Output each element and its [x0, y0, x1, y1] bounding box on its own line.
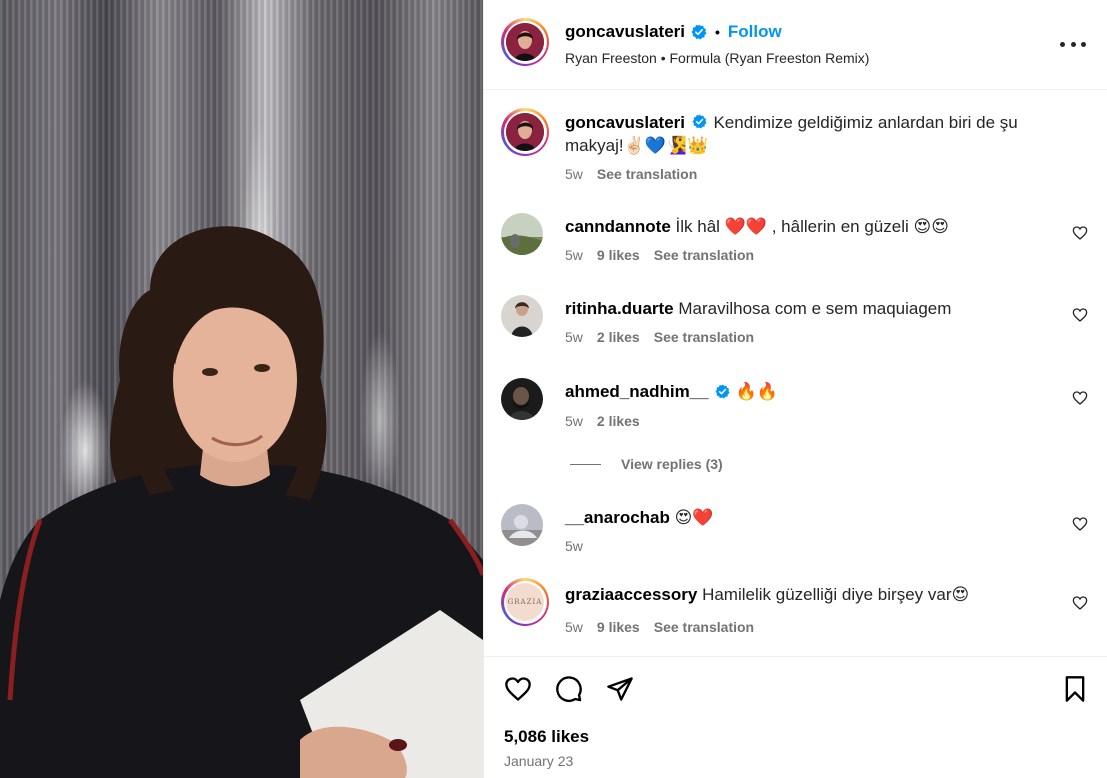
- see-translation-link[interactable]: See translation: [597, 166, 697, 182]
- share-icon[interactable]: [606, 675, 634, 703]
- bookmark-icon[interactable]: [1061, 675, 1089, 703]
- post-side-panel: goncavuslateri • Follow Ryan Freeston • …: [483, 0, 1107, 778]
- caption-time[interactable]: 5w: [565, 166, 583, 182]
- like-comment-heart-icon[interactable]: [1072, 390, 1088, 406]
- comment-text: __anarochab 😍❤️: [565, 506, 1058, 529]
- like-comment-heart-icon[interactable]: [1072, 225, 1088, 241]
- audio-attribution[interactable]: Ryan Freeston • Formula (Ryan Freeston R…: [565, 50, 869, 66]
- replies-divider-line: [570, 463, 601, 465]
- post-image[interactable]: [0, 0, 483, 778]
- comment-meta: 5w 9 likes See translation: [565, 619, 754, 635]
- comment-likes[interactable]: 9 likes: [597, 619, 640, 635]
- comments-list[interactable]: goncavuslateri Kendimize geldiğimiz anla…: [484, 91, 1107, 656]
- verified-badge-icon: [715, 384, 730, 399]
- comment-likes[interactable]: 2 likes: [597, 329, 640, 345]
- comment-time[interactable]: 5w: [565, 413, 583, 429]
- comment-meta: 5w 2 likes See translation: [565, 329, 754, 345]
- commenter-avatar[interactable]: [501, 213, 543, 255]
- comment-username[interactable]: graziaaccessory: [565, 585, 697, 604]
- caption-meta: 5w See translation: [565, 166, 697, 182]
- heart-icon[interactable]: [504, 675, 532, 703]
- follow-button[interactable]: Follow: [728, 22, 782, 42]
- caption-text: goncavuslateri Kendimize geldiğimiz anla…: [565, 111, 1058, 157]
- portrait-illustration: [0, 226, 483, 778]
- post-date[interactable]: January 23: [504, 753, 573, 769]
- see-translation-link[interactable]: See translation: [654, 329, 754, 345]
- comment-likes[interactable]: 9 likes: [597, 247, 640, 263]
- comment-text: graziaaccessory Hamilelik güzelliği diye…: [565, 583, 1058, 606]
- view-replies-button[interactable]: View replies (3): [570, 456, 723, 472]
- view-replies-label: View replies (3): [621, 456, 723, 472]
- commenter-avatar-image: [501, 378, 543, 420]
- commenter-avatar[interactable]: [501, 504, 543, 546]
- like-comment-heart-icon[interactable]: [1072, 595, 1088, 611]
- comment-body: 🔥🔥: [735, 382, 778, 401]
- caption-username[interactable]: goncavuslateri: [565, 113, 685, 132]
- see-translation-link[interactable]: See translation: [654, 247, 754, 263]
- author-avatar[interactable]: [501, 108, 549, 156]
- see-translation-link[interactable]: See translation: [654, 619, 754, 635]
- grazia-logo-text: GRAZIA: [507, 598, 543, 606]
- comment-time[interactable]: 5w: [565, 247, 583, 263]
- comment-text: ritinha.duarte Maravilhosa com e sem maq…: [565, 297, 1058, 320]
- author-username[interactable]: goncavuslateri: [565, 22, 685, 42]
- comment-time[interactable]: 5w: [565, 619, 583, 635]
- comment-likes[interactable]: 2 likes: [597, 413, 640, 429]
- commenter-avatar-image: [501, 213, 543, 255]
- comment-body: İlk hâl ❤️❤️ , hâllerin en güzeli 😍😍: [675, 217, 949, 236]
- verified-badge-icon: [691, 24, 707, 40]
- author-avatar-image: [506, 113, 544, 151]
- author-avatar-image: [506, 23, 544, 61]
- comment-meta: 5w: [565, 538, 583, 554]
- comment-meta: 5w 9 likes See translation: [565, 247, 754, 263]
- post-like-count[interactable]: 5,086 likes: [504, 727, 589, 747]
- verified-badge-icon: [692, 114, 707, 129]
- commenter-avatar[interactable]: GRAZIA: [501, 578, 549, 626]
- author-avatar[interactable]: [501, 18, 549, 66]
- comment-body: Hamilelik güzelliği diye birşey var😍: [702, 585, 970, 604]
- comment-text: ahmed_nadhim__ 🔥🔥: [565, 380, 1058, 403]
- like-comment-heart-icon[interactable]: [1072, 307, 1088, 323]
- comment-username[interactable]: __anarochab: [565, 508, 670, 527]
- comment-username[interactable]: ahmed_nadhim__: [565, 380, 709, 403]
- comment-meta: 5w 2 likes: [565, 413, 640, 429]
- post-header: goncavuslateri • Follow Ryan Freeston • …: [484, 0, 1107, 90]
- header-user-line: goncavuslateri • Follow: [565, 22, 782, 42]
- commenter-avatar-image: [501, 295, 543, 337]
- post-viewer: goncavuslateri • Follow Ryan Freeston • …: [0, 0, 1107, 778]
- comment-time[interactable]: 5w: [565, 538, 583, 554]
- commenter-avatar-image: [501, 504, 543, 546]
- post-actions-footer: 5,086 likes January 23: [484, 656, 1107, 778]
- comment-time[interactable]: 5w: [565, 329, 583, 345]
- comment-username[interactable]: canndannote: [565, 217, 671, 236]
- comment-text: canndannote İlk hâl ❤️❤️ , hâllerin en g…: [565, 215, 1058, 238]
- separator-dot: •: [715, 24, 720, 40]
- comment-body: Maravilhosa com e sem maquiagem: [678, 299, 952, 318]
- more-options-icon[interactable]: [1060, 34, 1086, 54]
- comment-body: 😍❤️: [674, 508, 714, 527]
- commenter-avatar[interactable]: [501, 378, 543, 420]
- commenter-avatar[interactable]: [501, 295, 543, 337]
- like-comment-heart-icon[interactable]: [1072, 516, 1088, 532]
- comment-username[interactable]: ritinha.duarte: [565, 299, 674, 318]
- comment-icon[interactable]: [555, 675, 583, 703]
